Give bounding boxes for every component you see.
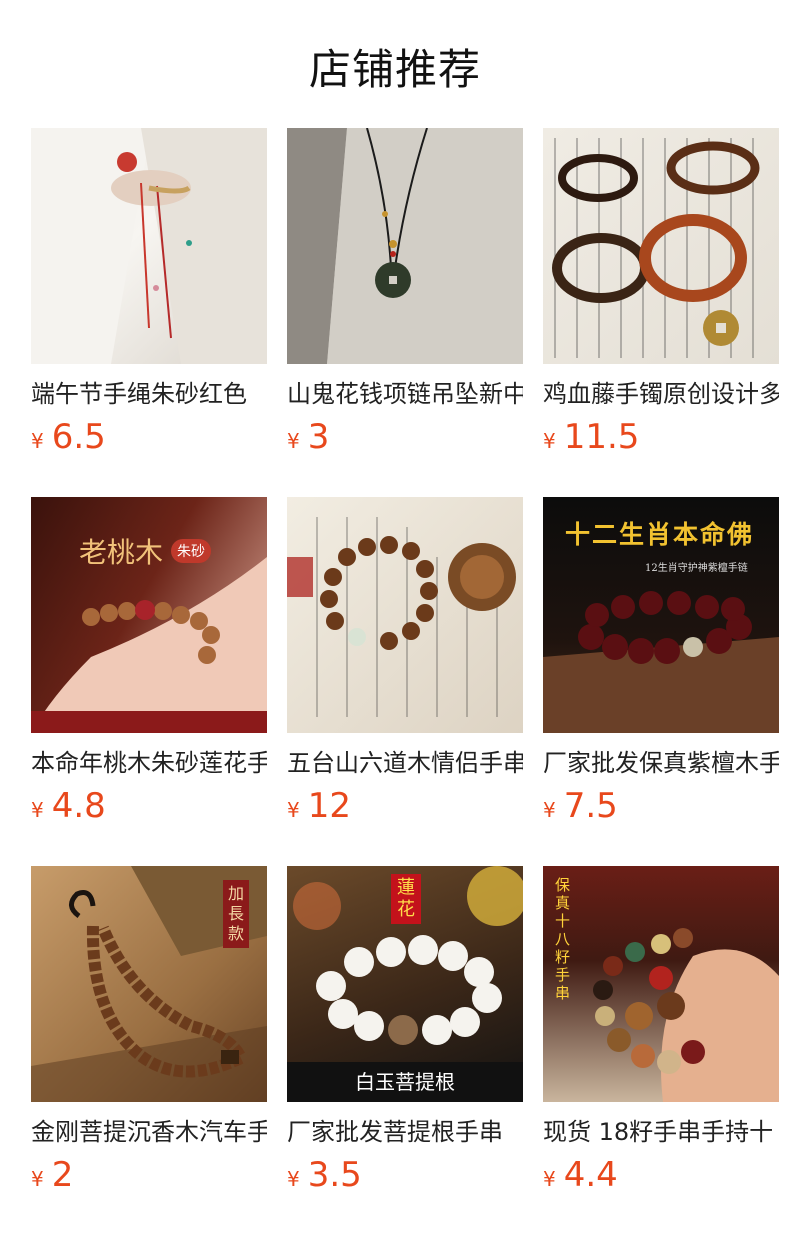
product-title[interactable]: 山鬼花钱项链吊坠新中 bbox=[287, 379, 523, 409]
product-card[interactable]: 山鬼花钱项链吊坠新中 ¥3 bbox=[287, 128, 523, 497]
product-price: ¥3.5 bbox=[287, 1157, 523, 1199]
image-tag: 加長款 bbox=[223, 880, 249, 948]
price-value: 12 bbox=[307, 786, 351, 826]
product-card[interactable]: 五台山六道木情侣手串 ¥12 bbox=[287, 497, 523, 866]
price-value: 4.4 bbox=[563, 1155, 618, 1195]
product-price: ¥4.4 bbox=[543, 1157, 779, 1199]
product-card[interactable]: 保真十八籽手串 现货 18籽手串手持十 ¥4.4 bbox=[543, 866, 779, 1235]
product-card[interactable]: 老桃木 朱砂 本命年桃木朱砂莲花手 ¥4.8 bbox=[31, 497, 267, 866]
product-title[interactable]: 现货 18籽手串手持十 bbox=[543, 1117, 779, 1147]
product-image[interactable] bbox=[543, 128, 779, 364]
product-price: ¥6.5 bbox=[31, 419, 267, 461]
product-price: ¥2 bbox=[31, 1157, 267, 1199]
product-card[interactable]: 加長款 金刚菩提沉香木汽车手 ¥2 bbox=[31, 866, 267, 1235]
product-image[interactable]: 蓮花 白玉菩提根 bbox=[287, 866, 523, 1102]
product-image[interactable] bbox=[287, 497, 523, 733]
product-price: ¥3 bbox=[287, 419, 523, 461]
currency-symbol: ¥ bbox=[287, 1167, 300, 1191]
image-caption: 白玉菩提根 bbox=[355, 1070, 455, 1094]
image-tag: 蓮花 bbox=[391, 874, 421, 924]
product-title[interactable]: 端午节手绳朱砂红色 bbox=[31, 379, 267, 409]
image-caption: 保真十八籽手串 bbox=[555, 876, 571, 1002]
currency-symbol: ¥ bbox=[543, 798, 556, 822]
product-image[interactable]: 老桃木 朱砂 bbox=[31, 497, 267, 733]
product-image[interactable]: 保真十八籽手串 bbox=[543, 866, 779, 1102]
currency-symbol: ¥ bbox=[287, 798, 300, 822]
currency-symbol: ¥ bbox=[287, 429, 300, 453]
product-card[interactable]: 端午节手绳朱砂红色 ¥6.5 bbox=[31, 128, 267, 497]
product-price: ¥11.5 bbox=[543, 419, 779, 461]
currency-symbol: ¥ bbox=[31, 1167, 44, 1191]
price-value: 11.5 bbox=[563, 417, 640, 457]
product-image[interactable] bbox=[31, 128, 267, 364]
product-title[interactable]: 本命年桃木朱砂莲花手 bbox=[31, 748, 267, 778]
product-title[interactable]: 金刚菩提沉香木汽车手 bbox=[31, 1117, 267, 1147]
product-title[interactable]: 厂家批发菩提根手串 bbox=[287, 1117, 523, 1147]
product-price: ¥12 bbox=[287, 788, 523, 830]
currency-symbol: ¥ bbox=[31, 798, 44, 822]
price-value: 3.5 bbox=[307, 1155, 362, 1195]
product-image[interactable]: 加長款 bbox=[31, 866, 267, 1102]
page-title: 店铺推荐 bbox=[308, 45, 481, 94]
price-value: 2 bbox=[51, 1155, 74, 1195]
currency-symbol: ¥ bbox=[31, 429, 44, 453]
currency-symbol: ¥ bbox=[543, 429, 556, 453]
product-price: ¥4.8 bbox=[31, 788, 267, 830]
product-title[interactable]: 厂家批发保真紫檀木手 bbox=[543, 748, 779, 778]
product-grid: 端午节手绳朱砂红色 ¥6.5 山鬼花钱项链吊坠新中 ¥3 鸡血藤手镯原创设计多 … bbox=[31, 128, 779, 1235]
product-title[interactable]: 鸡血藤手镯原创设计多 bbox=[543, 379, 779, 409]
product-title[interactable]: 五台山六道木情侣手串 bbox=[287, 748, 523, 778]
price-value: 3 bbox=[307, 417, 330, 457]
price-value: 6.5 bbox=[51, 417, 106, 457]
product-card[interactable]: 蓮花 白玉菩提根 厂家批发菩提根手串 ¥3.5 bbox=[287, 866, 523, 1235]
price-value: 7.5 bbox=[563, 786, 618, 826]
product-price: ¥7.5 bbox=[543, 788, 779, 830]
product-card[interactable]: 十二生肖本命佛 12生肖守护神紫檀手链 厂家批发保真紫檀木手 ¥7.5 bbox=[543, 497, 779, 866]
product-image[interactable]: 十二生肖本命佛 12生肖守护神紫檀手链 bbox=[543, 497, 779, 733]
product-image[interactable] bbox=[287, 128, 523, 364]
price-value: 4.8 bbox=[51, 786, 106, 826]
currency-symbol: ¥ bbox=[543, 1167, 556, 1191]
product-card[interactable]: 鸡血藤手镯原创设计多 ¥11.5 bbox=[543, 128, 779, 497]
